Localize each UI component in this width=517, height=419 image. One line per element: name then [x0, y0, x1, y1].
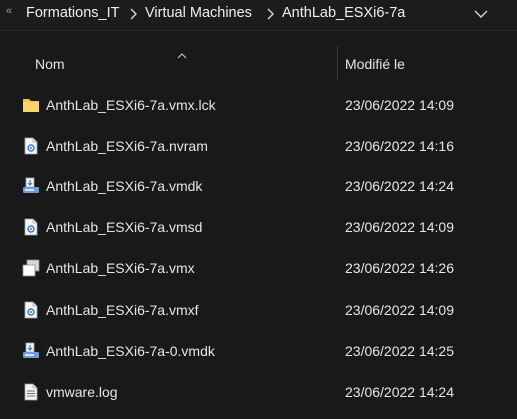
config-file-icon — [24, 301, 38, 319]
disk-file-icon — [23, 177, 39, 193]
column-header-name[interactable]: Nom — [35, 56, 65, 72]
vmx-file-icon — [22, 259, 40, 277]
file-row[interactable]: AnthLab_ESXi6-7a.vmxf 23/06/2022 14:09 — [0, 290, 517, 330]
file-modified-date: 23/06/2022 14:25 — [345, 343, 454, 359]
config-file-icon — [24, 218, 38, 236]
file-row[interactable]: AnthLab_ESXi6-7a.nvram 23/06/2022 14:16 — [0, 126, 517, 166]
file-modified-date: 23/06/2022 14:16 — [345, 138, 454, 154]
breadcrumb-item-virtual-machines[interactable]: Virtual Machines — [145, 5, 252, 21]
column-resize-handle[interactable] — [337, 46, 338, 80]
folder-icon — [23, 99, 39, 112]
file-modified-date: 23/06/2022 14:26 — [345, 260, 454, 276]
file-name: vmware.log — [46, 384, 118, 400]
file-name: AnthLab_ESXi6-7a.vmx — [46, 260, 195, 276]
file-modified-date: 23/06/2022 14:24 — [345, 384, 454, 400]
breadcrumb-item-formations-it[interactable]: Formations_IT — [26, 5, 119, 21]
breadcrumb-item-current-folder[interactable]: AnthLab_ESXi6-7a — [282, 5, 405, 21]
sort-ascending-icon — [177, 46, 187, 64]
file-row[interactable]: AnthLab_ESXi6-7a.vmsd 23/06/2022 14:09 — [0, 207, 517, 247]
file-modified-date: 23/06/2022 14:09 — [345, 97, 454, 113]
file-row[interactable]: AnthLab_ESXi6-7a.vmx 23/06/2022 14:26 — [0, 248, 517, 288]
column-header-modified[interactable]: Modifié le — [345, 56, 405, 72]
file-row[interactable]: AnthLab_ESXi6-7a.vmdk 23/06/2022 14:24 — [0, 166, 517, 206]
breadcrumb-overflow-button[interactable]: « — [6, 5, 12, 17]
file-row[interactable]: vmware.log 23/06/2022 14:24 — [0, 372, 517, 412]
file-modified-date: 23/06/2022 14:09 — [345, 302, 454, 318]
file-name: AnthLab_ESXi6-7a.nvram — [46, 138, 208, 154]
disk-file-icon — [23, 342, 39, 358]
config-file-icon — [24, 137, 38, 155]
file-name: AnthLab_ESXi6-7a.vmxf — [46, 302, 199, 318]
column-header-row: Nom Modifié le — [0, 40, 517, 82]
file-modified-date: 23/06/2022 14:24 — [345, 178, 454, 194]
chevron-down-icon[interactable] — [473, 7, 489, 21]
file-name: AnthLab_ESXi6-7a.vmdk — [46, 178, 203, 194]
breadcrumb: « Formations_IT Virtual Machines AnthLab… — [0, 0, 517, 30]
file-row[interactable]: AnthLab_ESXi6-7a-0.vmdk 23/06/2022 14:25 — [0, 331, 517, 371]
file-name: AnthLab_ESXi6-7a.vmx.lck — [46, 97, 216, 113]
text-file-icon — [24, 383, 38, 401]
file-name: AnthLab_ESXi6-7a.vmsd — [46, 219, 203, 235]
file-name: AnthLab_ESXi6-7a-0.vmdk — [46, 343, 215, 359]
chevron-right-icon[interactable] — [265, 4, 277, 24]
toolbar-divider — [0, 30, 517, 31]
file-row[interactable]: AnthLab_ESXi6-7a.vmx.lck 23/06/2022 14:0… — [0, 85, 517, 125]
chevron-right-icon[interactable] — [128, 4, 140, 24]
file-modified-date: 23/06/2022 14:09 — [345, 219, 454, 235]
